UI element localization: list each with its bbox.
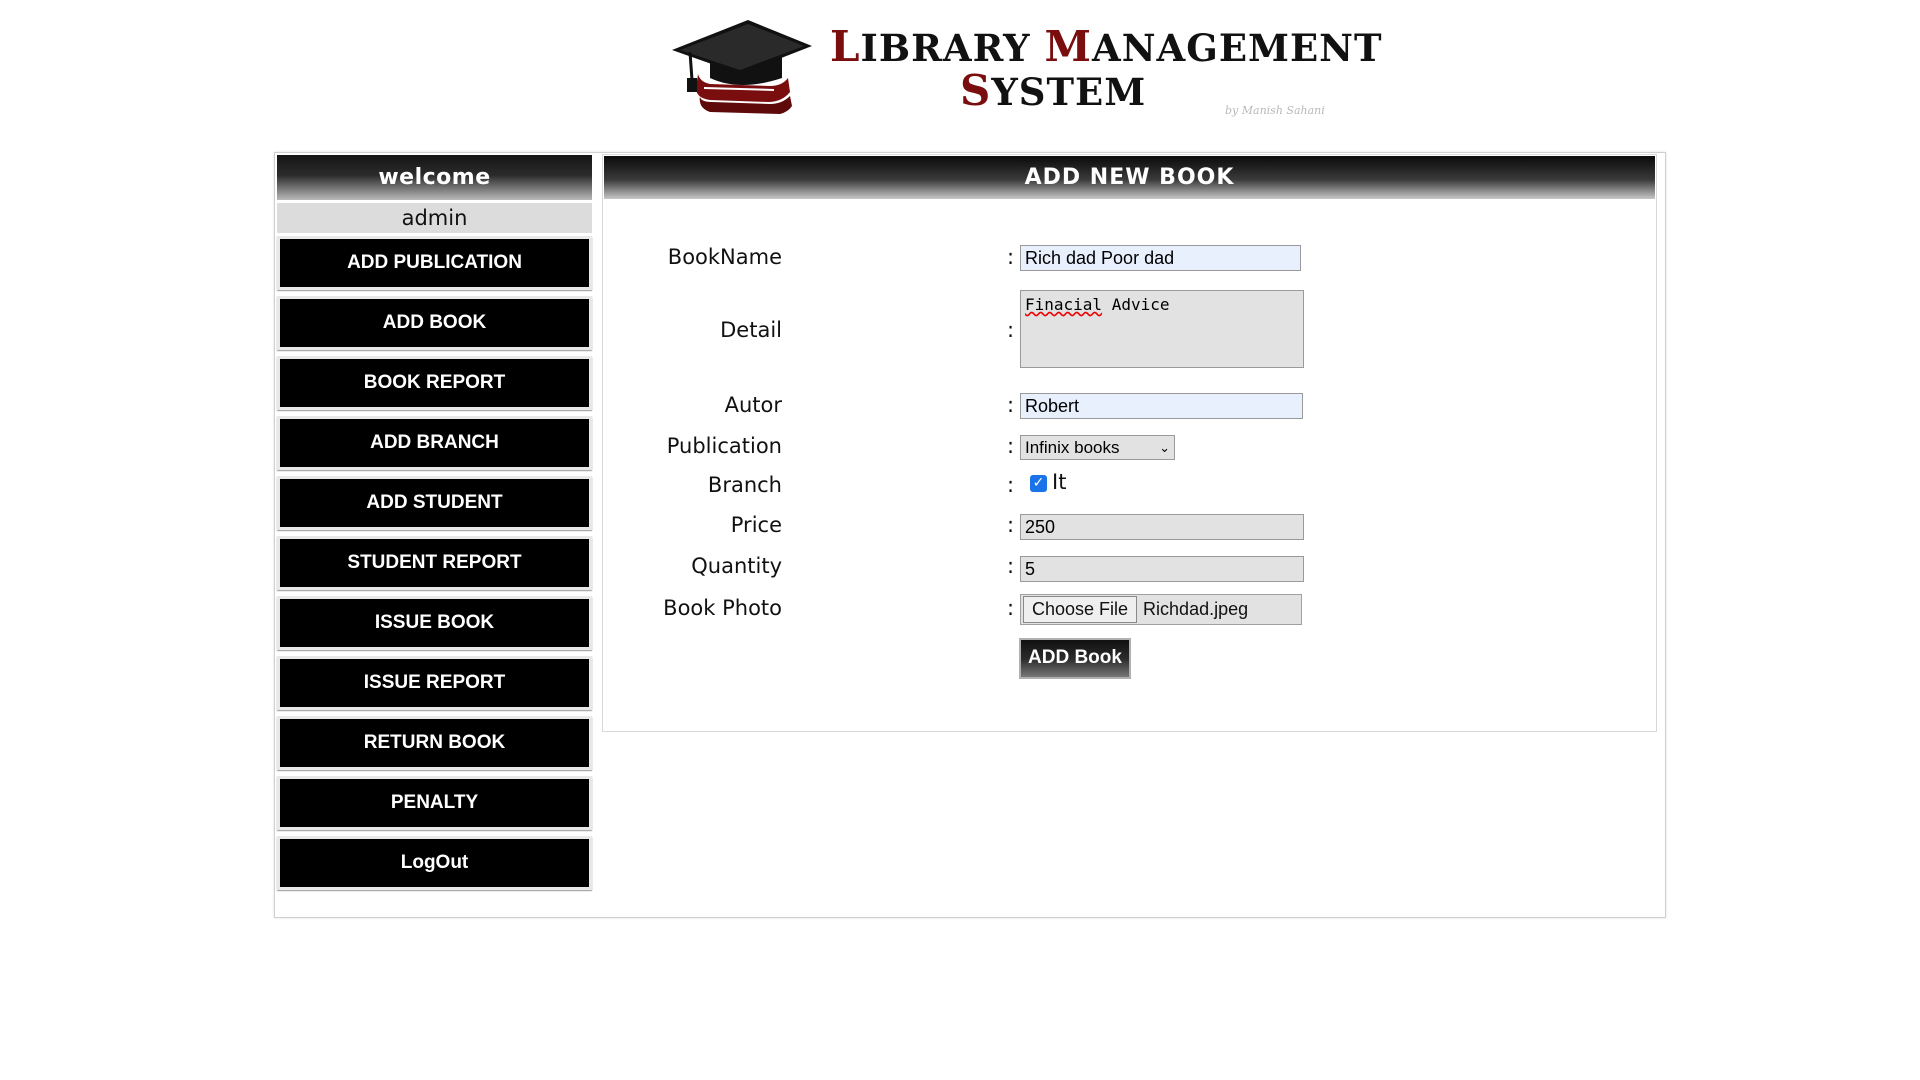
colon: : [1007,473,1015,497]
quantity-label: Quantity [691,554,782,578]
colon: : [1007,554,1015,578]
panel-title: ADD NEW BOOK [604,156,1655,199]
quantity-field[interactable] [1020,556,1304,582]
author-byline: by Manish Sahani [1225,104,1325,117]
sidebar-item-add-branch[interactable]: ADD BRANCH [277,416,592,470]
app-title-line1: LIBRARY MANAGEMENT [830,22,1383,71]
sidebar-item-penalty[interactable]: PENALTY [277,776,592,830]
sidebar-item-add-book[interactable]: ADD BOOK [277,296,592,350]
site-header: LIBRARY MANAGEMENT SYSTEM by Manish Saha… [670,8,1382,123]
detail-textarea[interactable]: Finacial Advice [1020,290,1304,368]
publication-select[interactable]: Infinix books ⌄ [1020,435,1175,460]
bookname-field[interactable] [1020,245,1301,271]
book-photo-file-input[interactable]: Choose File Richdad.jpeg [1020,594,1302,625]
publication-selected-value: Infinix books [1025,437,1120,457]
sidebar: welcome admin ADD PUBLICATION ADD BOOK B… [277,155,592,890]
colon: : [1007,318,1015,342]
sidebar-item-student-report[interactable]: STUDENT REPORT [277,536,592,590]
colon: : [1007,393,1015,417]
chevron-down-icon: ⌄ [1159,439,1170,455]
selected-file-name: Richdad.jpeg [1143,599,1249,619]
detail-label: Detail [720,318,782,342]
choose-file-button[interactable]: Choose File [1023,596,1138,623]
price-field[interactable] [1020,514,1304,540]
app-title-line2: SYSTEM [960,66,1147,115]
sidebar-item-add-publication[interactable]: ADD PUBLICATION [277,236,592,290]
graduation-cap-books-icon [672,20,812,114]
price-label: Price [730,513,782,537]
bookname-label: BookName [667,245,782,269]
sidebar-item-add-student[interactable]: ADD STUDENT [277,476,592,530]
sidebar-item-issue-report[interactable]: ISSUE REPORT [277,656,592,710]
welcome-heading: welcome [277,155,592,200]
sidebar-item-issue-book[interactable]: ISSUE BOOK [277,596,592,650]
colon: : [1007,513,1015,537]
current-user: admin [277,203,592,233]
sidebar-item-return-book[interactable]: RETURN BOOK [277,716,592,770]
author-field[interactable] [1020,393,1303,419]
publication-label: Publication [666,434,782,458]
colon: : [1007,596,1015,620]
branch-it-checkbox[interactable]: ✓ [1030,475,1047,492]
author-label: Autor [724,393,782,417]
branch-it-label: It [1052,470,1067,494]
colon: : [1007,245,1015,269]
sidebar-item-book-report[interactable]: BOOK REPORT [277,356,592,410]
sidebar-item-logout[interactable]: LogOut [277,836,592,890]
book-photo-label: Book Photo [663,596,782,620]
add-book-submit-button[interactable]: ADD Book [1019,638,1131,679]
branch-label: Branch [707,473,782,497]
colon: : [1007,434,1015,458]
